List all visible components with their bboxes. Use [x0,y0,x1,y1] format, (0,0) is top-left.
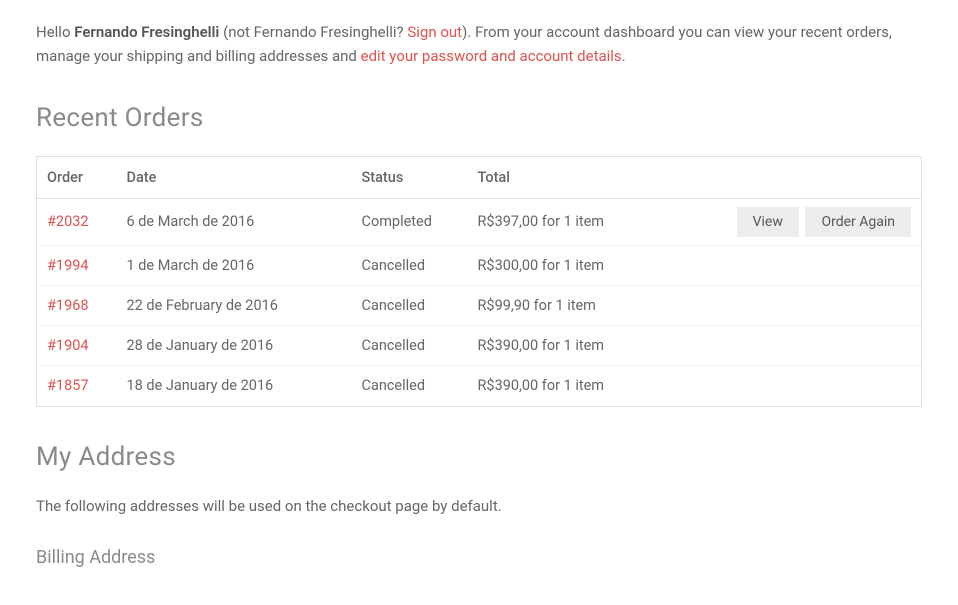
view-button[interactable]: View [737,207,799,237]
sign-out-link[interactable]: Sign out [407,23,462,41]
table-row: #1994 1 de March de 2016 Cancelled R$300… [37,245,922,285]
order-status: Cancelled [352,285,468,325]
edit-account-link[interactable]: edit your password and account details [361,47,622,65]
order-total: R$300,00 for 1 item [468,245,722,285]
recent-orders-heading: Recent Orders [36,98,922,140]
table-row: #1904 28 de January de 2016 Cancelled R$… [37,326,922,366]
order-link[interactable]: #1994 [47,257,89,274]
order-status: Cancelled [352,326,468,366]
orders-table: Order Date Status Total #2032 6 de March… [36,156,922,407]
orders-header-actions [722,156,922,198]
billing-address-heading: Billing Address [36,544,922,573]
table-row: #1857 18 de January de 2016 Cancelled R$… [37,366,922,406]
order-date: 6 de March de 2016 [117,198,352,245]
order-link[interactable]: #1968 [47,297,89,314]
order-status: Cancelled [352,366,468,406]
intro-period: . [622,47,626,65]
table-row: #1968 22 de February de 2016 Cancelled R… [37,285,922,325]
address-intro-text: The following addresses will be used on … [36,494,922,518]
order-date: 1 de March de 2016 [117,245,352,285]
my-address-heading: My Address [36,437,922,479]
table-row: #2032 6 de March de 2016 Completed R$397… [37,198,922,245]
dashboard-intro: Hello Fernando Fresinghelli (not Fernand… [36,20,922,68]
order-total: R$99,90 for 1 item [468,285,722,325]
order-link[interactable]: #1904 [47,337,89,354]
order-total: R$397,00 for 1 item [468,198,722,245]
order-link[interactable]: #2032 [47,213,89,230]
order-date: 28 de January de 2016 [117,326,352,366]
order-link[interactable]: #1857 [47,377,89,394]
orders-header-date: Date [117,156,352,198]
user-name: Fernando Fresinghelli [74,23,219,41]
order-date: 18 de January de 2016 [117,366,352,406]
order-date: 22 de February de 2016 [117,285,352,325]
order-status: Completed [352,198,468,245]
orders-header-total: Total [468,156,722,198]
order-again-button[interactable]: Order Again [805,207,911,237]
order-status: Cancelled [352,245,468,285]
not-user-prefix: (not Fernando Fresinghelli? [223,23,407,41]
order-total: R$390,00 for 1 item [468,326,722,366]
orders-header-order: Order [37,156,117,198]
order-total: R$390,00 for 1 item [468,366,722,406]
orders-header-status: Status [352,156,468,198]
hello-label: Hello [36,23,71,41]
